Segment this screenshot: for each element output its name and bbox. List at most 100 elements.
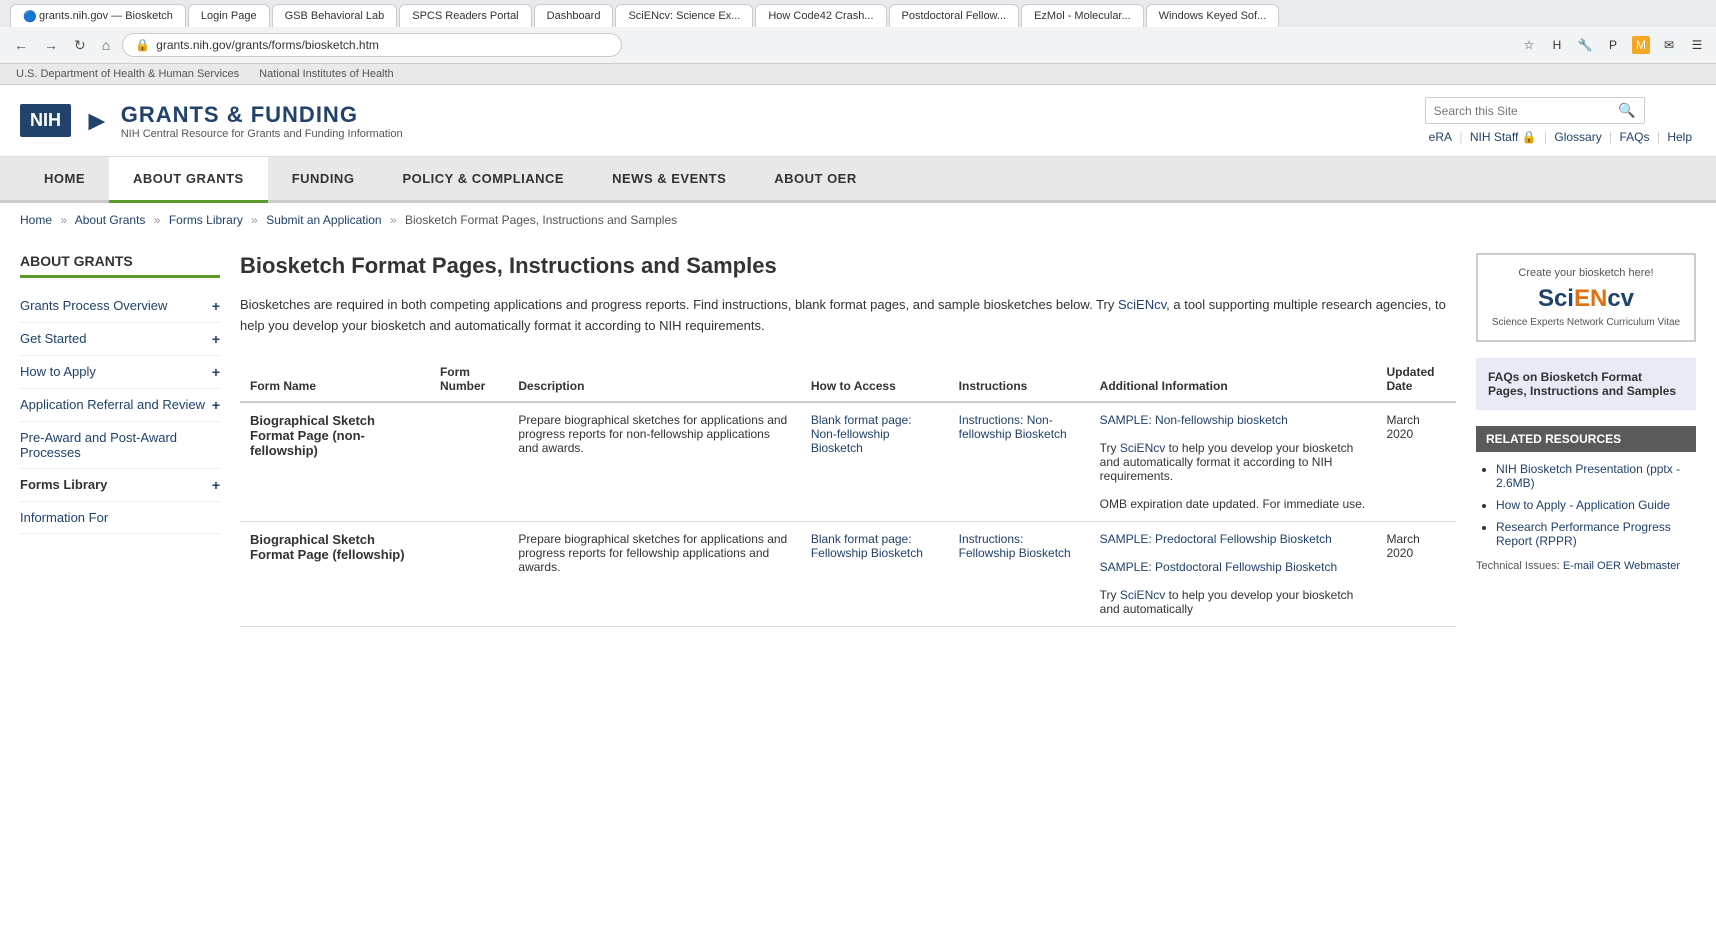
sidebar-item-how-to-apply[interactable]: How to Apply + — [20, 356, 220, 389]
h-icon[interactable]: H — [1548, 36, 1566, 54]
expand-icon[interactable]: + — [212, 364, 220, 380]
breadcrumb-about-grants[interactable]: About Grants — [75, 213, 146, 227]
nav-item-home[interactable]: HOME — [20, 157, 109, 200]
mail-icon[interactable]: ✉ — [1660, 36, 1678, 54]
sciencv-link-2[interactable]: SciENcv — [1120, 441, 1165, 455]
tab[interactable]: SPCS Readers Portal — [399, 4, 531, 27]
era-link[interactable]: eRA — [1429, 130, 1452, 144]
intro-text: Biosketches are required in both competi… — [240, 295, 1456, 337]
glossary-link[interactable]: Glossary — [1554, 130, 1601, 144]
cell-form-name: Biographical Sketch Format Page (non-fel… — [240, 402, 430, 522]
bookmark-star-icon[interactable]: ☆ — [1520, 36, 1538, 54]
sciencv-tagline: Science Experts Network Curriculum Vitae — [1490, 317, 1682, 328]
related-link-rppr[interactable]: Research Performance Progress Report (RP… — [1496, 520, 1671, 548]
sciencv-link[interactable]: SciENcv — [1118, 297, 1166, 312]
faq-box[interactable]: FAQs on Biosketch Format Pages, Instruct… — [1476, 358, 1696, 410]
nav-item-about-grants[interactable]: ABOUT GRANTS — [109, 157, 268, 200]
breadcrumb-home[interactable]: Home — [20, 213, 52, 227]
back-button[interactable]: ← — [10, 35, 32, 55]
sidebar-link-get-started[interactable]: Get Started — [20, 331, 212, 346]
search-box[interactable]: 🔍 — [1425, 97, 1645, 124]
sidebar-item-forms-library[interactable]: Forms Library + — [20, 469, 220, 502]
nih-staff-link[interactable]: NIH Staff 🔒 — [1470, 130, 1537, 144]
home-button[interactable]: ⌂ — [98, 35, 114, 55]
nav-item-policy[interactable]: POLICY & COMPLIANCE — [378, 157, 588, 200]
sciencv-link-3[interactable]: SciENcv — [1120, 588, 1165, 602]
right-sidebar: Create your biosketch here! SciENcv Scie… — [1476, 237, 1696, 627]
cell-form-number — [430, 402, 508, 522]
breadcrumb-sep: » — [390, 213, 397, 227]
sample-postdoctoral-link[interactable]: SAMPLE: Postdoctoral Fellowship Biosketc… — [1100, 560, 1337, 574]
yellow-icon[interactable]: M — [1632, 36, 1650, 54]
tab[interactable]: GSB Behavioral Lab — [272, 4, 398, 27]
sidebar-link-pre-award[interactable]: Pre-Award and Post-Award Processes — [20, 430, 220, 460]
sciencv-create-text: Create your biosketch here! — [1490, 267, 1682, 279]
content-wrapper: ABOUT GRANTS Grants Process Overview + G… — [0, 237, 1716, 627]
tab[interactable]: Login Page — [188, 4, 270, 27]
sidebar-item-grants-overview[interactable]: Grants Process Overview + — [20, 290, 220, 323]
search-input[interactable] — [1434, 104, 1619, 118]
expand-icon[interactable]: + — [212, 331, 220, 347]
faqs-link[interactable]: FAQs — [1620, 130, 1650, 144]
url-bar[interactable]: 🔒 grants.nih.gov/grants/forms/biosketch.… — [122, 33, 622, 57]
sidebar-link-information-for[interactable]: Information For — [20, 510, 220, 525]
blank-format-link-fellowship[interactable]: Blank format page: Fellowship Biosketch — [811, 532, 923, 560]
site-logo[interactable]: NIH ► GRANTS & FUNDING NIH Central Resou… — [20, 102, 403, 140]
sidebar-link-forms-library[interactable]: Forms Library — [20, 477, 212, 492]
sidebar-item-pre-award[interactable]: Pre-Award and Post-Award Processes — [20, 422, 220, 469]
tab[interactable]: Dashboard — [534, 4, 614, 27]
tab[interactable]: Windows Keyed Sof... — [1146, 4, 1280, 27]
tab[interactable]: How Code42 Crash... — [755, 4, 886, 27]
sidebar-item-information-for[interactable]: Information For — [20, 502, 220, 534]
paypal-icon[interactable]: P — [1604, 36, 1622, 54]
nav-link-policy[interactable]: POLICY & COMPLIANCE — [378, 157, 588, 200]
tab-label: SciENcv: Science Ex... — [628, 10, 740, 22]
nav-link-news[interactable]: NEWS & EVENTS — [588, 157, 750, 200]
header-right: 🔍 eRA | NIH Staff 🔒 | Glossary | FAQs | … — [1425, 97, 1696, 144]
instructions-link-nonfellowship[interactable]: Instructions: Non-fellowship Biosketch — [959, 413, 1067, 441]
tab-label: EzMol - Molecular... — [1034, 10, 1131, 22]
tab[interactable]: SciENcv: Science Ex... — [615, 4, 753, 27]
nih-arrow-icon: ► — [83, 105, 111, 137]
nav-item-news[interactable]: NEWS & EVENTS — [588, 157, 750, 200]
cell-description: Prepare biographical sketches for applic… — [508, 521, 800, 626]
extension-icon[interactable]: 🔧 — [1576, 36, 1594, 54]
nav-item-about-oer[interactable]: ABOUT OER — [750, 157, 881, 200]
additional-text: Try SciENcv to help you develop your bio… — [1100, 441, 1354, 483]
related-link-how-to-apply[interactable]: How to Apply - Application Guide — [1496, 498, 1670, 512]
sidebar-item-app-referral[interactable]: Application Referral and Review + — [20, 389, 220, 422]
nav-link-about-grants[interactable]: ABOUT GRANTS — [109, 157, 268, 203]
nav-link-home[interactable]: HOME — [20, 157, 109, 200]
breadcrumb-submit-application[interactable]: Submit an Application — [266, 213, 381, 227]
forward-button[interactable]: → — [40, 35, 62, 55]
tab[interactable]: EzMol - Molecular... — [1021, 4, 1144, 27]
expand-icon[interactable]: + — [212, 298, 220, 314]
search-button[interactable]: 🔍 — [1618, 102, 1635, 119]
sidebar-link-how-to-apply[interactable]: How to Apply — [20, 364, 212, 379]
nav-item-funding[interactable]: FUNDING — [268, 157, 379, 200]
email-webmaster-link[interactable]: E-mail OER Webmaster — [1563, 560, 1680, 572]
nav-link-funding[interactable]: FUNDING — [268, 157, 379, 200]
sidebar-link-app-referral[interactable]: Application Referral and Review — [20, 397, 212, 412]
sidebar-link-grants-overview[interactable]: Grants Process Overview — [20, 298, 212, 313]
reload-button[interactable]: ↻ — [70, 35, 90, 56]
tab-bar: 🔵 grants.nih.gov — Biosketch Login Page … — [0, 0, 1716, 27]
breadcrumb-forms-library[interactable]: Forms Library — [169, 213, 243, 227]
menu-icon[interactable]: ☰ — [1688, 36, 1706, 54]
instructions-link-fellowship[interactable]: Instructions: Fellowship Biosketch — [959, 532, 1071, 560]
blank-format-link-nonfellowship[interactable]: Blank format page: Non-fellowship Bioske… — [811, 413, 912, 455]
tab-favicon: 🔵 — [23, 10, 35, 22]
sciencv-box[interactable]: Create your biosketch here! SciENcv Scie… — [1476, 253, 1696, 342]
cell-additional-info: SAMPLE: Predoctoral Fellowship Biosketch… — [1090, 521, 1377, 626]
sample-nonfellowship-link[interactable]: SAMPLE: Non-fellowship biosketch — [1100, 413, 1288, 427]
tab[interactable]: Postdoctoral Fellow... — [889, 4, 1020, 27]
address-bar: ← → ↻ ⌂ 🔒 grants.nih.gov/grants/forms/bi… — [0, 27, 1716, 63]
help-link[interactable]: Help — [1667, 130, 1692, 144]
sidebar-item-get-started[interactable]: Get Started + — [20, 323, 220, 356]
nav-link-about-oer[interactable]: ABOUT OER — [750, 157, 881, 200]
sample-predoctoral-link[interactable]: SAMPLE: Predoctoral Fellowship Biosketch — [1100, 532, 1332, 546]
active-tab[interactable]: 🔵 grants.nih.gov — Biosketch — [10, 4, 186, 27]
expand-icon[interactable]: + — [212, 477, 220, 493]
expand-icon[interactable]: + — [212, 397, 220, 413]
related-link-biosketch-presentation[interactable]: NIH Biosketch Presentation (pptx - 2.6MB… — [1496, 462, 1680, 490]
